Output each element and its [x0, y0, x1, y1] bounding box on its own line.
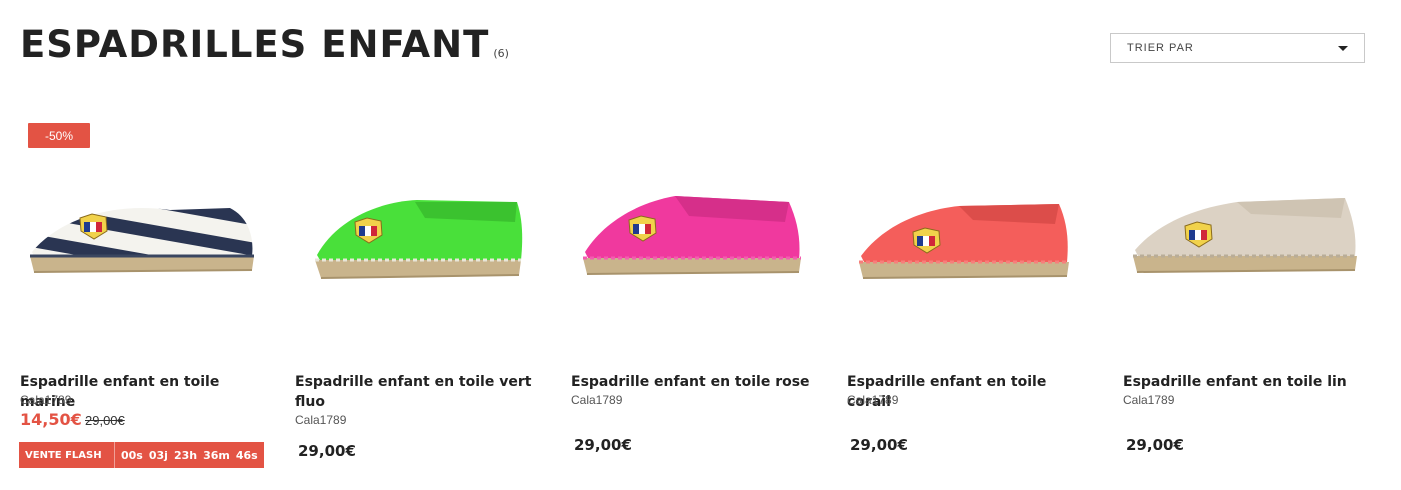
product-brand: Cala1789 [20, 393, 72, 407]
product-card[interactable]: Espadrille enfant en toile lin Cala1789 … [1123, 110, 1369, 490]
sort-label: TRIER PAR [1127, 42, 1194, 54]
flash-sale-label: VENTE FLASH [19, 442, 115, 468]
flash-sale-banner: VENTE FLASH 00s 03j 23h 36m 46s [19, 442, 264, 468]
sale-price: 14,50€ [20, 410, 82, 429]
old-price: 29,00€ [85, 413, 125, 428]
espadrille-green-image [315, 200, 523, 279]
timer-minutes: 36m [203, 448, 230, 462]
product-image[interactable] [295, 110, 541, 360]
product-brand: Cala1789 [295, 413, 347, 427]
product-card[interactable]: Espadrille enfant en toile corail Cala17… [847, 110, 1093, 490]
product-price: 29,00€ [574, 436, 632, 454]
timer-days: 03j [148, 448, 168, 462]
chevron-down-icon[interactable] [1338, 45, 1348, 51]
product-brand: Cala1789 [1123, 393, 1175, 407]
espadrille-pink-image [583, 196, 801, 275]
product-price: 29,00€ [850, 436, 908, 454]
product-image[interactable] [847, 110, 1093, 360]
page-title-text: ESPADRILLES ENFANT [20, 23, 490, 66]
espadrille-coral-image [859, 204, 1069, 279]
product-image[interactable] [1123, 110, 1369, 360]
product-name[interactable]: Espadrille enfant en toile lin [1123, 372, 1369, 392]
product-name[interactable]: Espadrille enfant en toile vert fluo [295, 372, 541, 412]
product-brand: Cala1789 [847, 393, 899, 407]
product-price: 29,00€ [298, 442, 356, 460]
product-brand: Cala1789 [571, 393, 623, 407]
sort-dropdown[interactable]: TRIER PAR [1110, 33, 1365, 63]
page-title: ESPADRILLES ENFANT (6) [20, 26, 509, 63]
product-card[interactable]: Espadrille enfant en toile marine Cala17… [20, 110, 266, 490]
timer-seconds: 46s [235, 448, 258, 462]
timer-hours: 23h [173, 448, 198, 462]
product-name[interactable]: Espadrille enfant en toile rose [571, 372, 817, 392]
product-card[interactable]: Espadrille enfant en toile vert fluo Cal… [295, 110, 541, 490]
timer-seconds-total: 00s [121, 448, 143, 462]
espadrille-linen-image [1133, 198, 1357, 273]
product-count: (6) [493, 47, 509, 60]
countdown-timer: 00s 03j 23h 36m 46s [115, 449, 258, 462]
discount-badge: -50% [28, 123, 90, 148]
product-price: 29,00€ [1126, 436, 1184, 454]
product-card[interactable]: Espadrille enfant en toile rose Cala1789… [571, 110, 817, 490]
product-image[interactable] [571, 110, 817, 360]
